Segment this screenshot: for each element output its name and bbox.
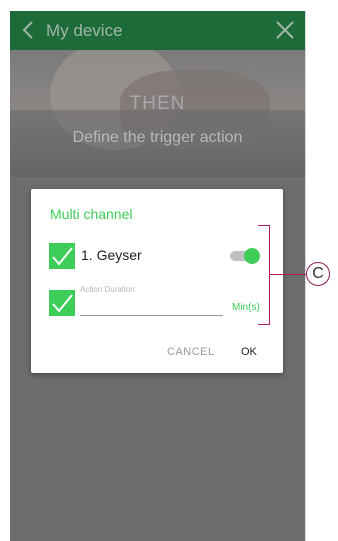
hero-subtitle: Define the trigger action [72,129,243,146]
page-title: My device [46,21,123,40]
checkmark-icon [52,247,73,266]
duration-checkbox[interactable] [49,290,75,316]
cancel-button[interactable]: CANCEL [167,346,215,358]
app-header: My device [10,11,305,50]
callout-line [270,274,306,275]
checkmark-icon [52,294,73,313]
channel-label: 1. Geyser [81,247,142,263]
callout-letter: C [312,265,324,282]
ok-button[interactable]: OK [241,346,257,358]
multi-channel-dialog: Multi channel 1. Geyser Action Duration … [31,189,283,373]
hero-heading: THEN [129,93,186,114]
channel-checkbox[interactable] [49,243,75,269]
duration-input[interactable] [80,293,223,316]
duration-unit: Min(s) [232,302,260,313]
callout-bracket [258,225,270,325]
close-icon[interactable] [275,20,295,40]
callout-marker: C [306,262,330,286]
hero-banner: THEN Define the trigger action [10,50,305,177]
dialog-title: Multi channel [50,206,133,222]
back-arrow-icon[interactable] [18,20,38,40]
